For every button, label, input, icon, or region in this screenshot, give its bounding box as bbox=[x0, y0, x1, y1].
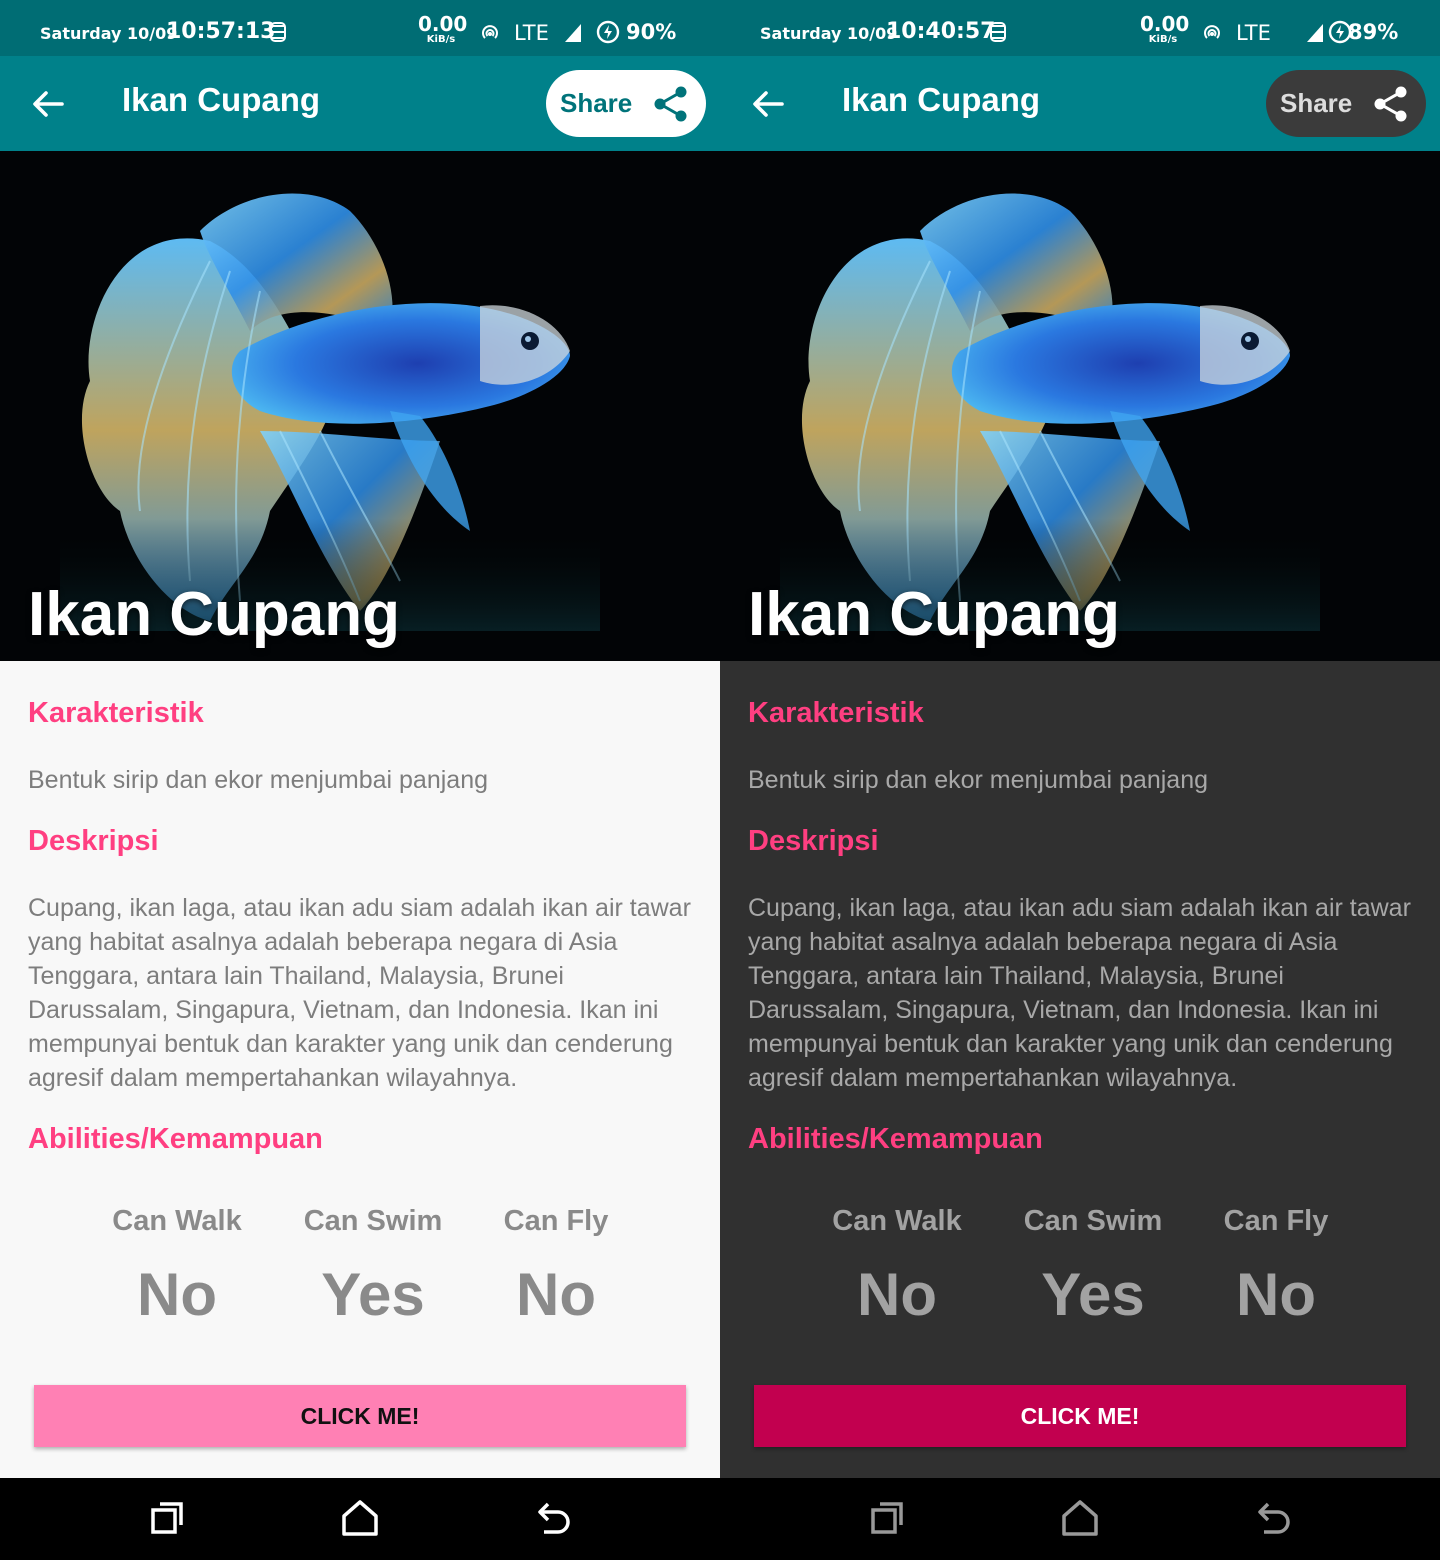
app-bar: Ikan Cupang Share bbox=[720, 56, 1440, 151]
share-icon bbox=[1374, 86, 1407, 122]
detail-content: Karakteristik Bentuk sirip dan ekor menj… bbox=[720, 661, 1440, 1478]
ability-value: No bbox=[516, 1261, 596, 1328]
status-bar: Saturday 10/09 10:57:13 0.00 KiB/s LTE 9… bbox=[0, 0, 720, 56]
back-nav-icon[interactable] bbox=[1254, 1498, 1294, 1538]
section-title-karakteristik: Karakteristik bbox=[748, 697, 924, 729]
back-nav-icon[interactable] bbox=[534, 1498, 574, 1538]
status-day: Saturday 10/09 bbox=[40, 24, 178, 43]
recents-icon[interactable] bbox=[148, 1498, 188, 1538]
battery-level: 89% bbox=[1348, 20, 1399, 44]
network-speed: 0.00 KiB/s bbox=[1140, 12, 1190, 45]
deskripsi-text: Cupang, ikan laga, atau ikan adu siam ad… bbox=[28, 894, 691, 1092]
signal-icon bbox=[565, 24, 581, 42]
share-button[interactable]: Share bbox=[1266, 70, 1426, 137]
click-me-button[interactable]: CLICK ME! bbox=[754, 1385, 1406, 1447]
detail-content: Karakteristik Bentuk sirip dan ekor menj… bbox=[0, 661, 720, 1478]
ability-value: Yes bbox=[1041, 1261, 1145, 1328]
battery-level: 90% bbox=[626, 20, 677, 44]
navigation-bar bbox=[720, 1478, 1440, 1560]
hotspot-icon bbox=[482, 25, 498, 39]
ability-can-fly: Can Fly No bbox=[1176, 1205, 1376, 1329]
betta-fish-illustration bbox=[60, 181, 600, 631]
hero-title: Ikan Cupang bbox=[748, 580, 1121, 649]
back-arrow-icon[interactable] bbox=[24, 80, 72, 128]
back-arrow-icon[interactable] bbox=[744, 80, 792, 128]
share-button[interactable]: Share bbox=[546, 70, 706, 137]
betta-fish-illustration bbox=[780, 181, 1320, 631]
screen-light: Saturday 10/09 10:57:13 0.00 KiB/s LTE 9… bbox=[0, 0, 720, 1560]
ability-label: Can Walk bbox=[112, 1205, 242, 1237]
network-type: LTE bbox=[514, 21, 549, 45]
home-icon[interactable] bbox=[1060, 1498, 1100, 1538]
ability-can-swim: Can Swim Yes bbox=[273, 1205, 473, 1329]
data-saver-icon bbox=[990, 22, 1006, 42]
ability-can-fly: Can Fly No bbox=[456, 1205, 656, 1329]
navigation-bar bbox=[0, 1478, 720, 1560]
status-day: Saturday 10/09 bbox=[760, 24, 898, 43]
ability-value: No bbox=[857, 1261, 937, 1328]
hero-image: Ikan Cupang bbox=[0, 151, 720, 661]
ability-value: No bbox=[137, 1261, 217, 1328]
network-type: LTE bbox=[1236, 21, 1271, 45]
status-time: 10:40:57 bbox=[886, 19, 996, 44]
network-speed: 0.00 KiB/s bbox=[418, 12, 468, 45]
ability-can-swim: Can Swim Yes bbox=[993, 1205, 1193, 1329]
share-label: Share bbox=[560, 88, 633, 118]
section-title-abilities: Abilities/Kemampuan bbox=[748, 1123, 1043, 1155]
signal-icon bbox=[1307, 24, 1323, 42]
section-title-deskripsi: Deskripsi bbox=[748, 825, 879, 857]
share-icon bbox=[654, 86, 687, 122]
ability-can-walk: Can Walk No bbox=[797, 1205, 997, 1329]
screen-dark: Saturday 10/09 10:40:57 0.00 KiB/s LTE 8… bbox=[720, 0, 1440, 1560]
app-bar-title: Ikan Cupang bbox=[122, 81, 321, 118]
ability-label: Can Swim bbox=[1023, 1205, 1163, 1237]
share-label: Share bbox=[1280, 88, 1353, 118]
home-icon[interactable] bbox=[340, 1498, 380, 1538]
karakteristik-text: Bentuk sirip dan ekor menjumbai panjang bbox=[28, 766, 488, 794]
ability-label: Can Swim bbox=[303, 1205, 443, 1237]
ability-label: Can Fly bbox=[503, 1205, 609, 1237]
ability-can-walk: Can Walk No bbox=[77, 1205, 277, 1329]
karakteristik-text: Bentuk sirip dan ekor menjumbai panjang bbox=[748, 766, 1208, 794]
data-saver-icon bbox=[270, 22, 286, 42]
ability-label: Can Fly bbox=[1223, 1205, 1329, 1237]
status-time: 10:57:13 bbox=[166, 19, 276, 44]
section-title-karakteristik: Karakteristik bbox=[28, 697, 204, 729]
deskripsi-text: Cupang, ikan laga, atau ikan adu siam ad… bbox=[748, 894, 1411, 1092]
hero-image: Ikan Cupang bbox=[720, 151, 1440, 661]
app-bar-title: Ikan Cupang bbox=[842, 81, 1041, 118]
section-title-abilities: Abilities/Kemampuan bbox=[28, 1123, 323, 1155]
recents-icon[interactable] bbox=[868, 1498, 908, 1538]
click-me-button[interactable]: CLICK ME! bbox=[34, 1385, 686, 1447]
section-title-deskripsi: Deskripsi bbox=[28, 825, 159, 857]
ability-label: Can Walk bbox=[832, 1205, 962, 1237]
ability-value: No bbox=[1236, 1261, 1316, 1328]
hero-title: Ikan Cupang bbox=[28, 580, 401, 649]
ability-value: Yes bbox=[321, 1261, 425, 1328]
status-bar: Saturday 10/09 10:40:57 0.00 KiB/s LTE 8… bbox=[720, 0, 1440, 56]
app-bar: Ikan Cupang Share bbox=[0, 56, 720, 151]
hotspot-icon bbox=[1204, 25, 1220, 39]
battery-saver-icon bbox=[596, 20, 620, 44]
